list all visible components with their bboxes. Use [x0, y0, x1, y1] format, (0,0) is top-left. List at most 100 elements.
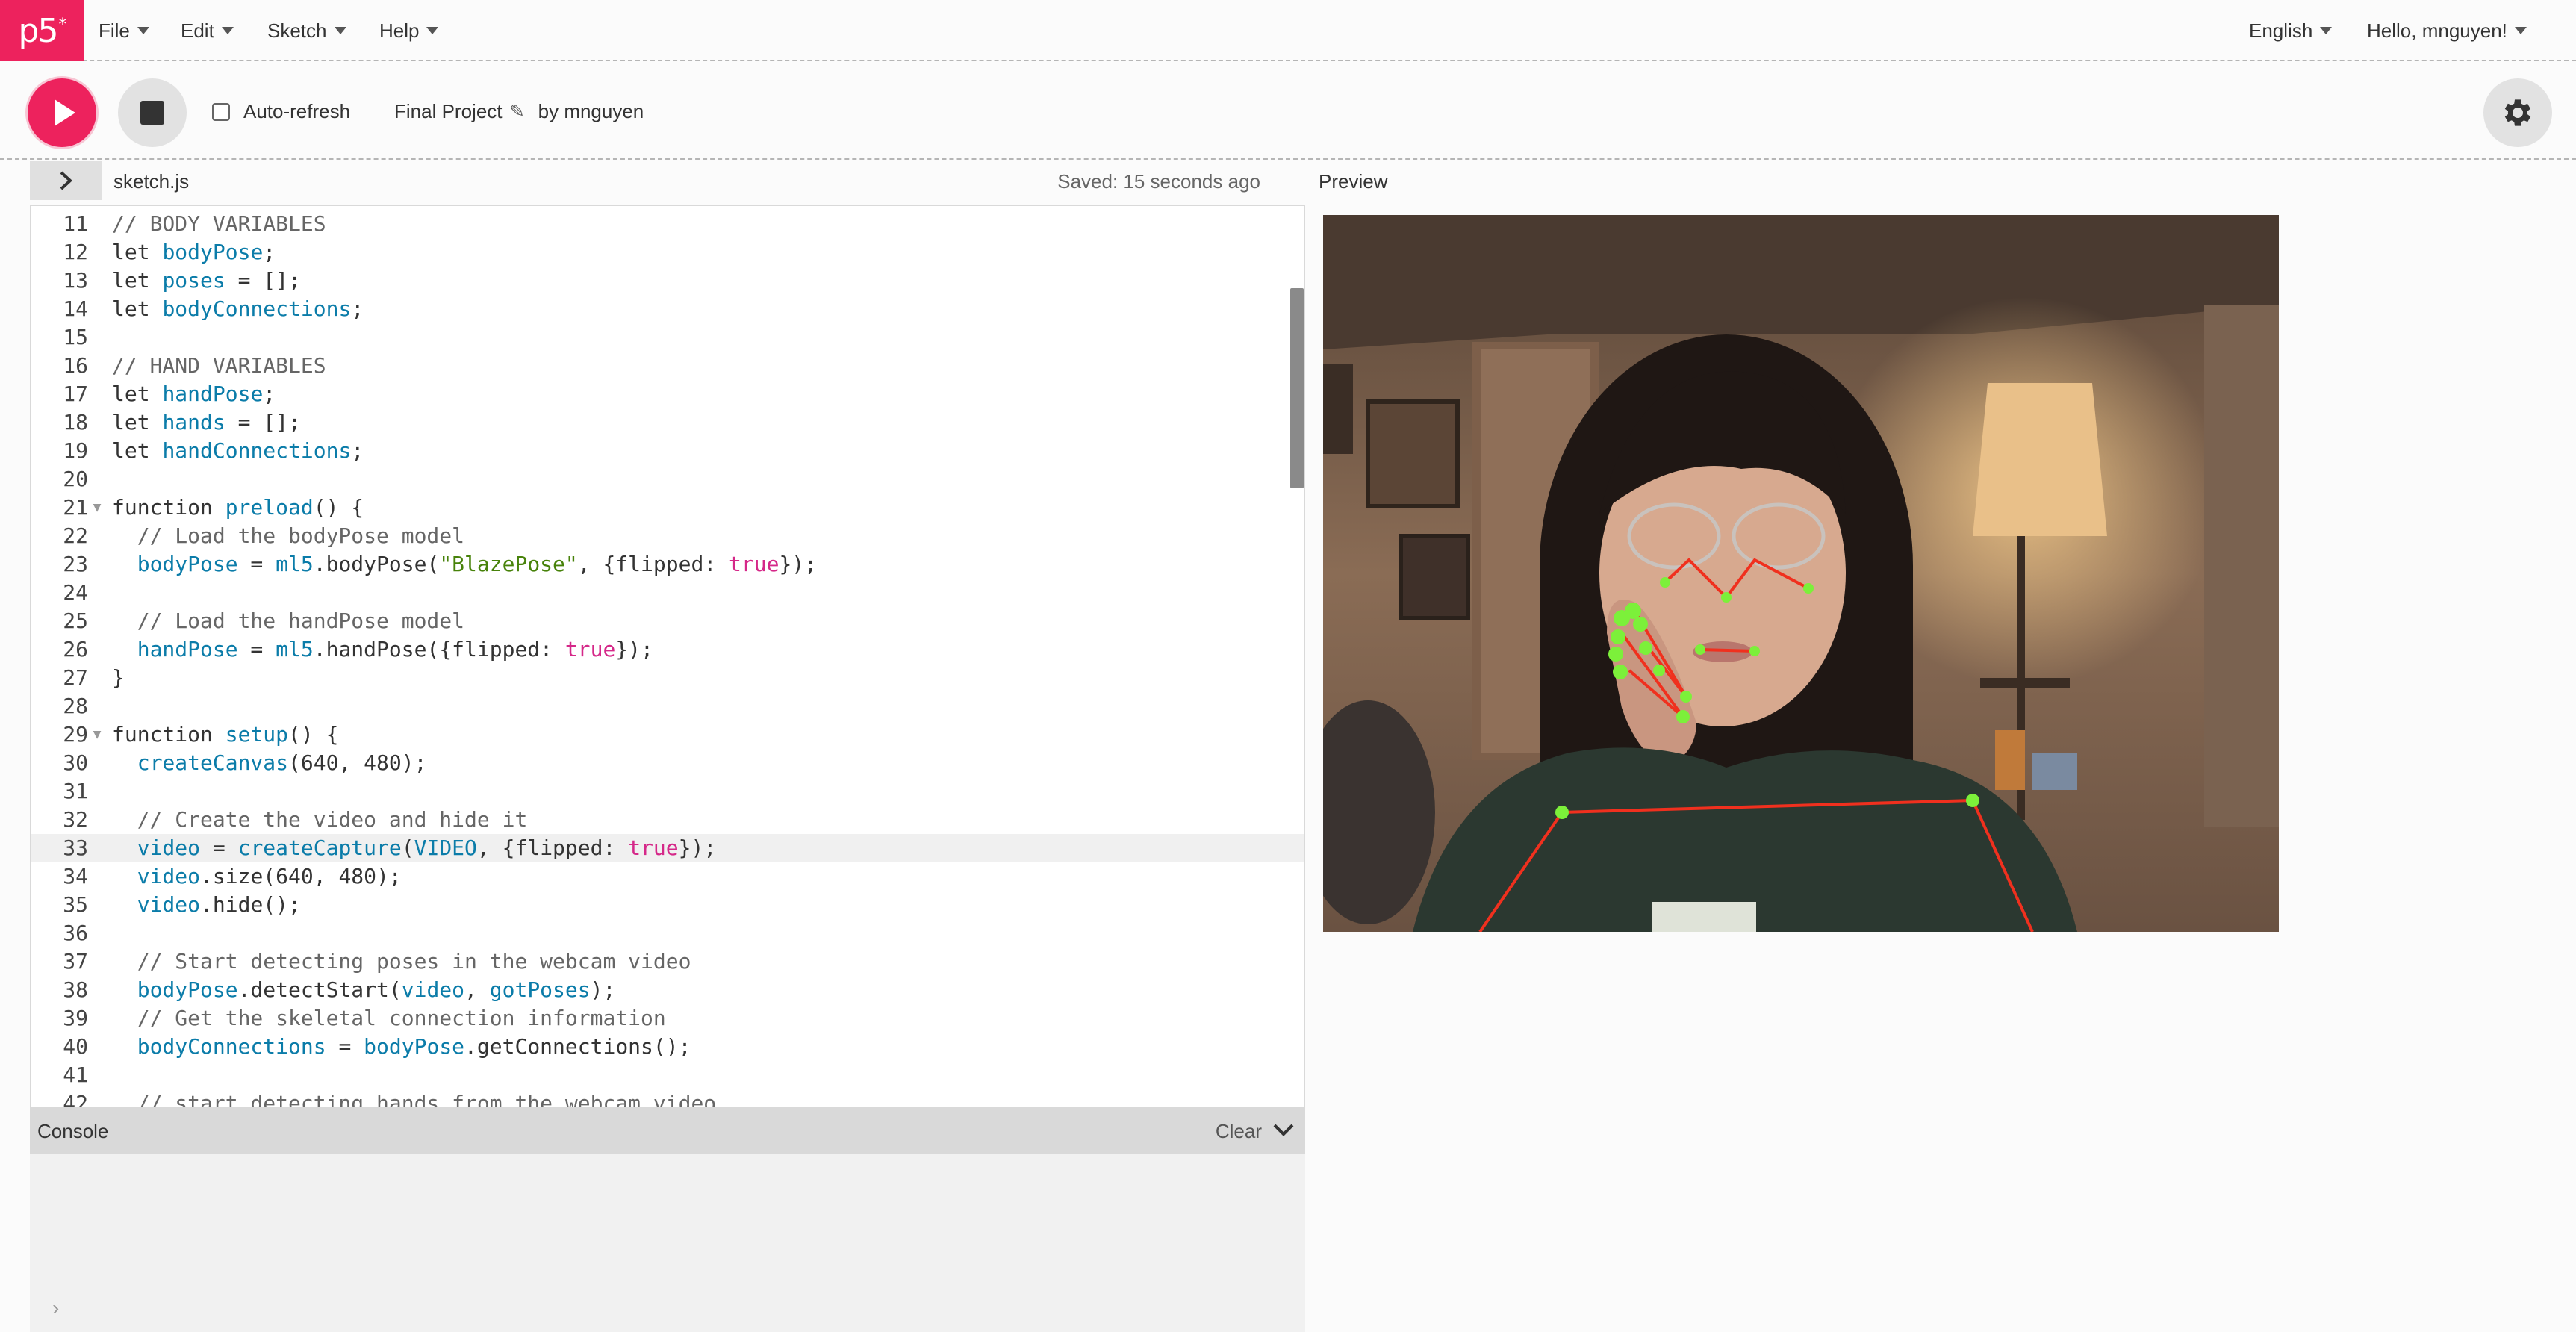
code-token: createCapture: [237, 835, 402, 860]
code-text: // start detecting hands from the webcam…: [112, 1089, 716, 1107]
language-menu[interactable]: English: [2249, 0, 2333, 61]
user-menu[interactable]: Hello, mnguyen!: [2367, 0, 2527, 61]
code-line[interactable]: 41: [31, 1061, 1304, 1089]
code-line[interactable]: 34 video.size(640, 480);: [31, 862, 1304, 891]
auto-refresh-checkbox[interactable]: [212, 102, 230, 121]
code-line[interactable]: 16 // HAND VARIABLES: [31, 352, 1304, 380]
shelf-item: [1995, 730, 2025, 790]
sidebar-toggle-button[interactable]: [30, 161, 102, 200]
code-line[interactable]: 33 video = createCapture(VIDEO, {flipped…: [31, 834, 1304, 862]
pencil-icon[interactable]: ✎: [510, 101, 525, 122]
code-token: function: [112, 722, 225, 747]
code-text: let hands = [];: [112, 408, 301, 437]
file-tab-name[interactable]: sketch.js: [113, 170, 189, 193]
code-lines[interactable]: 11 // BODY VARIABLES 12 let bodyPose; 13 let …: [31, 210, 1304, 1107]
code-token: VIDEO: [414, 835, 477, 860]
keypoint: [1555, 806, 1569, 819]
code-token: preload: [225, 495, 314, 520]
auto-refresh-toggle[interactable]: Auto-refresh: [212, 100, 350, 123]
line-number: 36: [63, 921, 88, 945]
code-token: // Start detecting poses in the webcam v…: [112, 949, 691, 974]
code-line[interactable]: 28: [31, 692, 1304, 721]
preview-canvas[interactable]: [1323, 215, 2279, 932]
code-editor[interactable]: 11 // BODY VARIABLES 12 let bodyPose; 13 let …: [30, 205, 1305, 1108]
code-token: // Create the video and hide it: [112, 807, 528, 832]
line-number: 19: [63, 438, 88, 463]
code-line[interactable]: 11 // BODY VARIABLES: [31, 210, 1304, 238]
code-line[interactable]: 26 handPose = ml5.handPose({flipped: tru…: [31, 635, 1304, 664]
lamp-shelf: [1980, 678, 2070, 688]
code-line[interactable]: 13 let poses = [];: [31, 267, 1304, 295]
code-line[interactable]: 17 let handPose;: [31, 380, 1304, 408]
keypoint: [1613, 665, 1628, 679]
picture-frame: [1366, 399, 1460, 508]
line-number: 32: [63, 807, 88, 832]
keypoint: [1660, 577, 1670, 588]
code-line[interactable]: 18 let hands = [];: [31, 408, 1304, 437]
console-clear-button[interactable]: Clear: [1216, 1120, 1262, 1143]
code-line[interactable]: 15: [31, 323, 1304, 352]
console-input-prompt[interactable]: ›: [52, 1296, 59, 1320]
picture-frame: [1399, 534, 1470, 620]
code-line[interactable]: 21 ▼ function preload() {: [31, 494, 1304, 522]
keypoint: [1721, 592, 1732, 603]
code-token: bodyConnections: [162, 296, 352, 321]
code-token: (: [401, 835, 414, 860]
chevron-down-icon: [2514, 27, 2527, 34]
code-token: hands: [162, 410, 225, 435]
author-link[interactable]: mnguyen: [564, 100, 644, 123]
preview-label: Preview: [1319, 170, 1388, 193]
code-token: =: [237, 552, 276, 576]
code-line[interactable]: 23 bodyPose = ml5.bodyPose("BlazePose", …: [31, 550, 1304, 579]
code-line[interactable]: 38 bodyPose.detectStart(video, gotPoses)…: [31, 976, 1304, 1004]
code-line[interactable]: 19 let handConnections;: [31, 437, 1304, 465]
settings-button[interactable]: [2483, 78, 2552, 147]
code-line[interactable]: 31: [31, 777, 1304, 806]
fold-triangle-icon[interactable]: ▼: [88, 721, 106, 749]
code-line[interactable]: 14 let bodyConnections;: [31, 295, 1304, 323]
code-token: }: [112, 665, 125, 690]
code-token: =: [326, 1034, 364, 1059]
code-line[interactable]: 27}: [31, 664, 1304, 692]
code-line[interactable]: 37 // Start detecting poses in the webca…: [31, 947, 1304, 976]
code-line[interactable]: 40 bodyConnections = bodyPose.getConnect…: [31, 1033, 1304, 1061]
project-name[interactable]: Final Project: [394, 100, 503, 123]
code-line[interactable]: 12 let bodyPose;: [31, 238, 1304, 267]
code-token: let: [112, 240, 163, 264]
play-icon: [55, 99, 75, 126]
code-line[interactable]: 36: [31, 919, 1304, 947]
editor-scrollbar[interactable]: [1290, 288, 1304, 488]
code-text: // Create the video and hide it: [112, 806, 528, 834]
code-line[interactable]: 39 // Get the skeletal connection inform…: [31, 1004, 1304, 1033]
keypoint: [1749, 646, 1760, 656]
code-line[interactable]: 32 // Create the video and hide it: [31, 806, 1304, 834]
code-line[interactable]: 35 video.hide();: [31, 891, 1304, 919]
code-token: let: [112, 296, 163, 321]
chevron-down-icon[interactable]: [1271, 1118, 1296, 1141]
code-line[interactable]: 20: [31, 465, 1304, 494]
code-token: handPose: [137, 637, 238, 662]
menu-help[interactable]: Help: [379, 0, 439, 61]
code-line[interactable]: 42 // start detecting hands from the web…: [31, 1089, 1304, 1107]
code-line[interactable]: 24: [31, 579, 1304, 607]
code-line[interactable]: 29 ▼ function setup() {: [31, 721, 1304, 749]
menu-file[interactable]: File: [99, 0, 149, 61]
stop-button[interactable]: [118, 78, 187, 147]
code-token: // BODY VARIABLES: [112, 211, 326, 236]
code-token: createCanvas: [137, 750, 289, 775]
code-line[interactable]: 22 // Load the bodyPose model: [31, 522, 1304, 550]
line-number: 12: [63, 240, 88, 264]
menu-sketch-label: Sketch: [267, 19, 327, 42]
fold-triangle-icon[interactable]: ▼: [88, 494, 106, 522]
code-line[interactable]: 30 createCanvas(640, 480);: [31, 749, 1304, 777]
play-button[interactable]: [28, 78, 96, 147]
menu-edit[interactable]: Edit: [181, 0, 234, 61]
menu-sketch[interactable]: Sketch: [267, 0, 346, 61]
code-line[interactable]: 25 // Load the handPose model: [31, 607, 1304, 635]
code-token: let: [112, 268, 163, 293]
code-token: ;: [263, 382, 276, 406]
p5-logo[interactable]: p5 *: [0, 0, 84, 61]
